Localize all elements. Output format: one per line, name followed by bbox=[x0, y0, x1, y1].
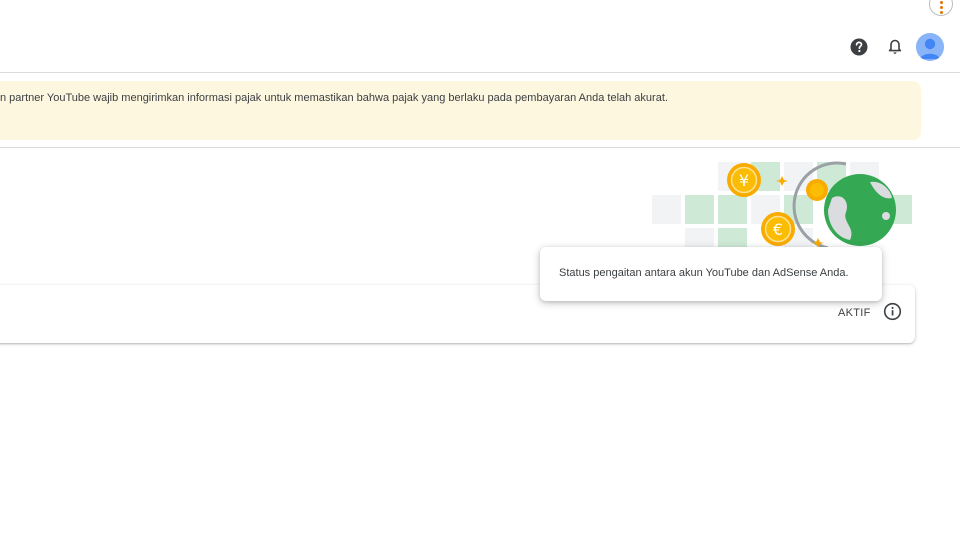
tax-info-banner bbox=[0, 81, 921, 140]
help-button[interactable] bbox=[848, 36, 870, 58]
help-icon bbox=[850, 38, 868, 56]
tooltip-text: Status pengaitan antara akun YouTube dan… bbox=[559, 267, 849, 279]
euro-coin-icon: € bbox=[761, 212, 795, 246]
info-icon bbox=[883, 302, 902, 321]
account-avatar-button[interactable] bbox=[916, 33, 944, 61]
section-divider bbox=[0, 147, 960, 148]
small-coin-icon bbox=[806, 179, 828, 201]
euro-symbol: € bbox=[773, 220, 783, 239]
top-app-bar bbox=[0, 0, 960, 73]
status-info-button[interactable] bbox=[883, 302, 902, 321]
avatar-icon bbox=[916, 33, 944, 61]
banner-message: n partner YouTube wajib mengirimkan info… bbox=[0, 92, 668, 104]
yen-coin-icon: ¥ bbox=[727, 163, 761, 197]
yen-symbol: ¥ bbox=[739, 171, 749, 190]
status-label: AKTIF bbox=[838, 307, 871, 319]
status-tooltip: Status pengaitan antara akun YouTube dan… bbox=[540, 247, 882, 301]
notifications-button[interactable] bbox=[884, 36, 906, 58]
bell-icon bbox=[888, 39, 902, 54]
